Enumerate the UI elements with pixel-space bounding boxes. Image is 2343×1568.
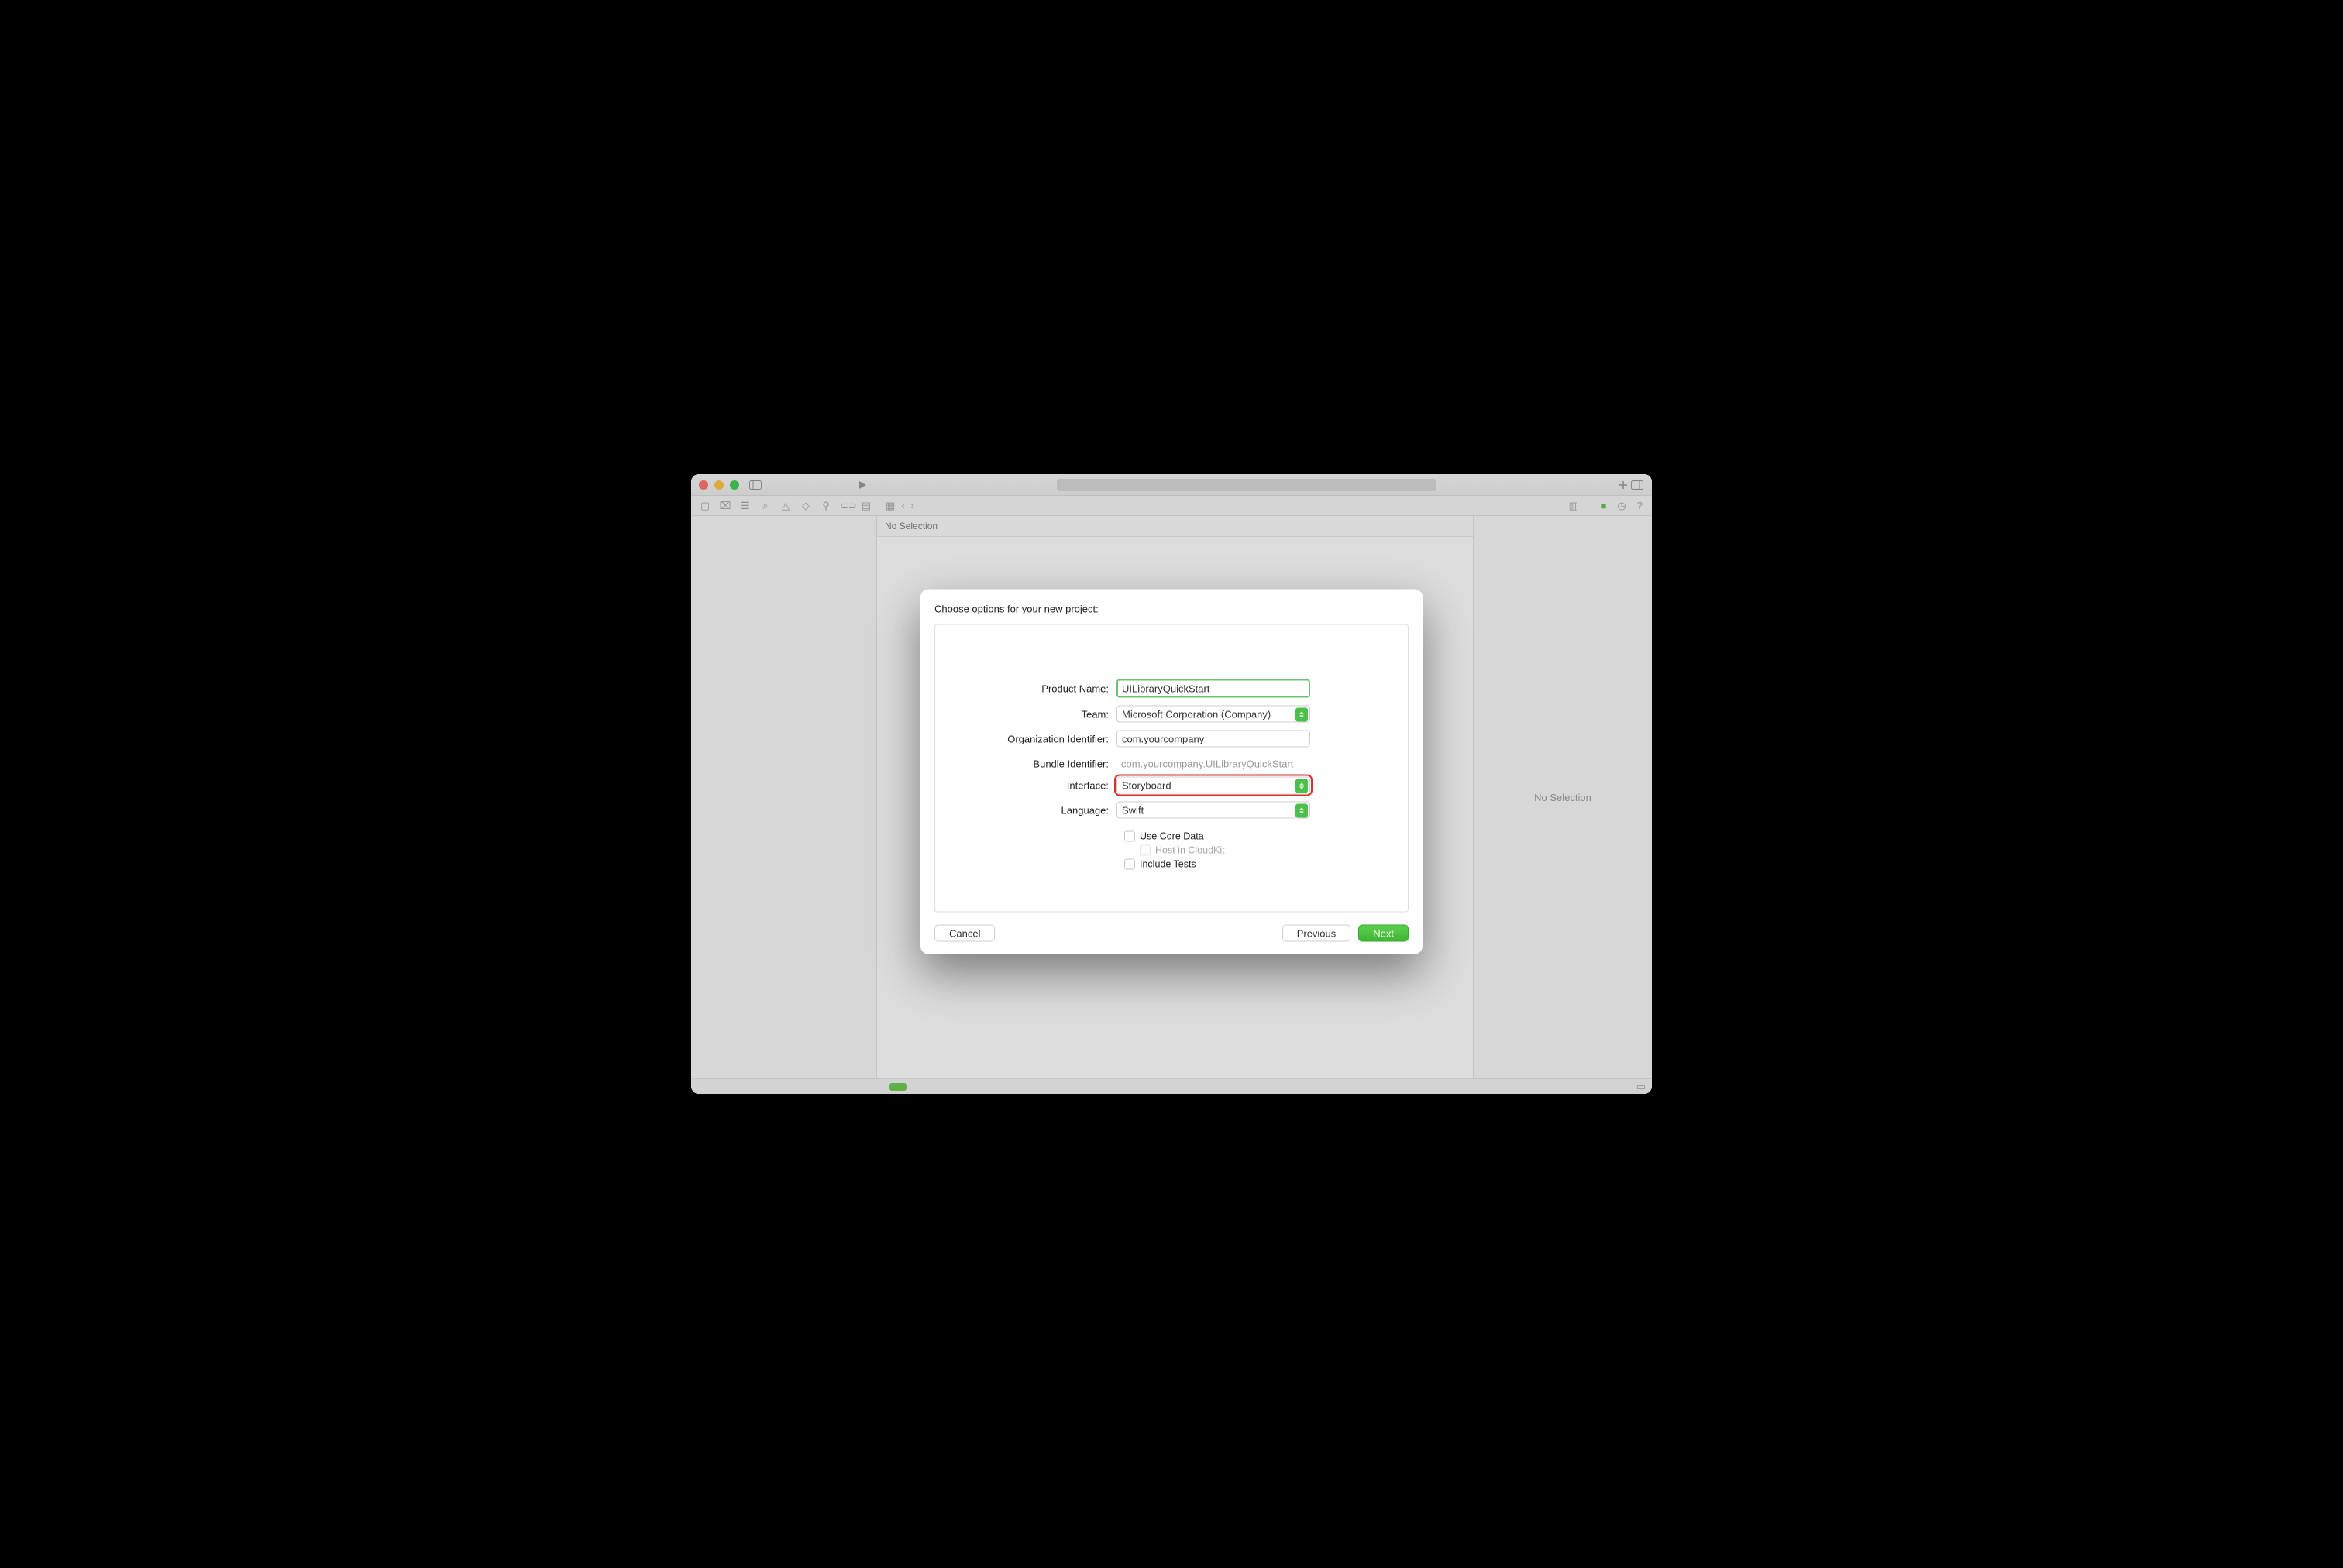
- nav-forward-icon[interactable]: ›: [911, 500, 914, 511]
- team-label: Team:: [954, 708, 1116, 720]
- team-select[interactable]: Microsoft Corporation (Company): [1116, 706, 1310, 723]
- activity-pill: [1057, 479, 1436, 491]
- cancel-button[interactable]: Cancel: [934, 925, 995, 942]
- breadcrumb: No Selection: [877, 516, 1473, 537]
- sheet-body: Product Name: UILibraryQuickStart Team: …: [934, 624, 1409, 913]
- updown-stepper-icon: [1295, 708, 1308, 722]
- history-inspector-icon[interactable]: ◷: [1617, 500, 1626, 512]
- inspector-pane: No Selection: [1474, 516, 1652, 1078]
- host-cloudkit-checkbox: [1140, 845, 1151, 856]
- report-navigator-icon[interactable]: ▤: [860, 500, 872, 512]
- updown-stepper-icon: [1295, 779, 1308, 793]
- add-button-icon[interactable]: [1616, 478, 1630, 492]
- editor-options-icon[interactable]: ▥: [1569, 500, 1584, 512]
- updown-stepper-icon: [1295, 804, 1308, 818]
- editor-grid-icon[interactable]: ▦: [886, 500, 895, 512]
- interface-label: Interface:: [954, 779, 1116, 791]
- breakpoint-navigator-icon[interactable]: ⊂⊃: [840, 500, 852, 512]
- close-window-button[interactable]: [699, 480, 708, 490]
- sheet-title: Choose options for your new project:: [934, 603, 1409, 615]
- org-identifier-input[interactable]: com.yourcompany: [1116, 731, 1310, 748]
- project-navigator-icon[interactable]: ▢: [699, 500, 711, 512]
- source-control-icon[interactable]: ⌧: [719, 500, 731, 512]
- debug-area-toggle-icon[interactable]: ▭: [1636, 1081, 1646, 1093]
- toolbar-activity-area: [877, 479, 1616, 491]
- navigator-pane: [691, 516, 877, 1078]
- bundle-identifier-value: com.yourcompany.UILibraryQuickStart: [1116, 755, 1310, 772]
- sheet-footer: Cancel Previous Next: [934, 925, 1409, 942]
- previous-button[interactable]: Previous: [1282, 925, 1351, 942]
- org-identifier-label: Organization Identifier:: [954, 733, 1116, 744]
- product-name-input[interactable]: UILibraryQuickStart: [1116, 679, 1310, 698]
- language-label: Language:: [954, 804, 1116, 816]
- test-navigator-icon[interactable]: ◇: [800, 500, 812, 512]
- zoom-window-button[interactable]: [730, 480, 739, 490]
- debug-navigator-icon[interactable]: ⚲: [820, 500, 832, 512]
- file-inspector-icon[interactable]: ■: [1601, 500, 1607, 511]
- bundle-identifier-label: Bundle Identifier:: [954, 758, 1116, 769]
- use-core-data-checkbox[interactable]: [1124, 831, 1135, 842]
- product-name-label: Product Name:: [954, 683, 1116, 694]
- use-core-data-label: Use Core Data: [1140, 831, 1204, 842]
- library-toggle-icon[interactable]: [1630, 478, 1644, 492]
- window-controls: [699, 480, 739, 490]
- run-button-icon[interactable]: [855, 478, 869, 492]
- titlebar: [691, 474, 1652, 496]
- filter-indicator-icon[interactable]: [889, 1083, 907, 1091]
- interface-select[interactable]: Storyboard: [1116, 777, 1310, 794]
- inspector-empty-label: No Selection: [1534, 792, 1591, 803]
- minimize-window-button[interactable]: [714, 480, 724, 490]
- sidebar-toggle-icon[interactable]: [748, 478, 762, 492]
- help-inspector-icon[interactable]: ?: [1637, 500, 1643, 511]
- include-tests-label: Include Tests: [1140, 859, 1196, 870]
- nav-back-icon[interactable]: ‹: [901, 500, 904, 511]
- issue-navigator-icon[interactable]: △: [779, 500, 792, 512]
- next-button[interactable]: Next: [1358, 925, 1409, 942]
- status-bar: ▭: [691, 1078, 1652, 1094]
- include-tests-checkbox[interactable]: [1124, 859, 1135, 870]
- language-select[interactable]: Swift: [1116, 802, 1310, 819]
- symbol-navigator-icon[interactable]: ☰: [739, 500, 752, 512]
- new-project-options-sheet: Choose options for your new project: Pro…: [920, 590, 1423, 954]
- find-navigator-icon[interactable]: ⌕: [759, 500, 772, 512]
- navigator-tabbar: ▢ ⌧ ☰ ⌕ △ ◇ ⚲ ⊂⊃ ▤ ▦ ‹ › ▥ ■ ◷ ?: [691, 496, 1652, 516]
- host-cloudkit-label: Host in CloudKit: [1155, 845, 1225, 856]
